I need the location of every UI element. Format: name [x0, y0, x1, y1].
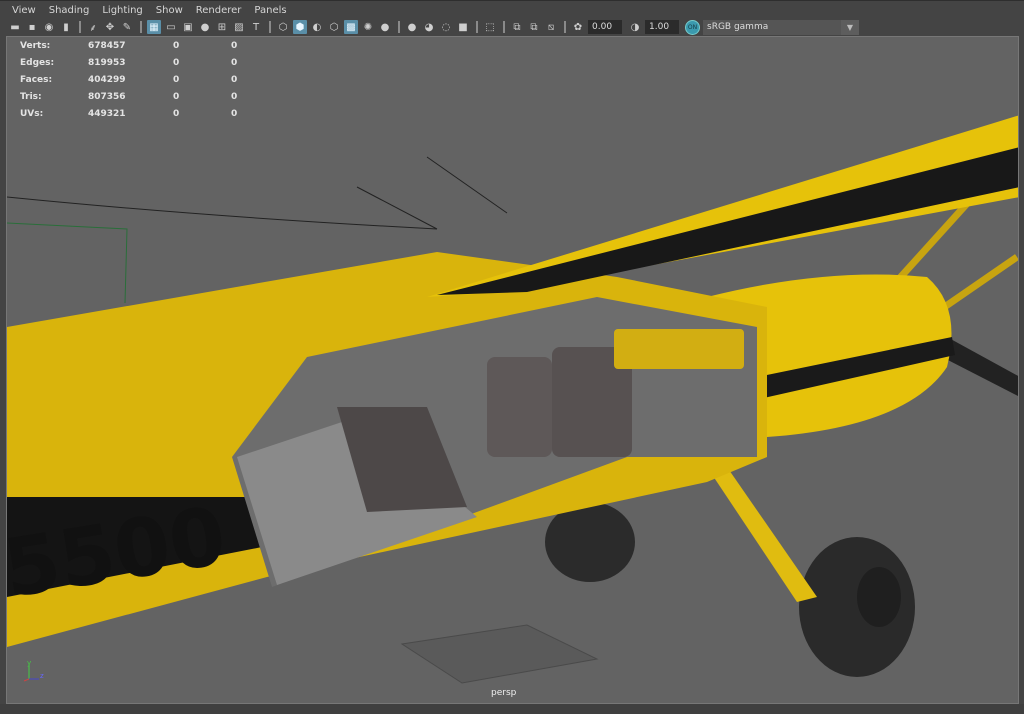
gate-mask-icon[interactable]: ●: [198, 20, 212, 34]
stat-row: UVs: 449321 0 0: [20, 105, 289, 122]
camera-attributes-icon[interactable]: ◉: [42, 20, 56, 34]
svg-text:z: z: [40, 672, 44, 680]
airplane-model[interactable]: 5500: [7, 37, 1019, 704]
heads-up-poly-count: Verts: 678457 0 0 Edges: 819953 0 0 Faces: 404299…: [20, 37, 289, 122]
chevron-down-icon[interactable]: ▼: [841, 19, 859, 35]
toolbar-separator: [476, 21, 478, 33]
stat-selected: 0: [173, 40, 180, 51]
toolbar-separator: [398, 21, 400, 33]
motion-blur-icon[interactable]: ◕: [422, 20, 436, 34]
bottom-bar: [0, 704, 1024, 714]
image-plane-icon[interactable]: ⸙: [86, 20, 100, 34]
field-chart-icon[interactable]: ⊞: [215, 20, 229, 34]
grid-icon[interactable]: ▦: [147, 20, 161, 34]
stat-selected-extra: 0: [231, 108, 238, 119]
gamma-field[interactable]: 1.00: [645, 20, 679, 34]
film-gate-icon[interactable]: ▭: [164, 20, 178, 34]
select-camera-icon[interactable]: ▬: [8, 20, 22, 34]
ground-grid: [400, 624, 599, 684]
stat-selected: 0: [173, 74, 180, 85]
lock-camera-icon[interactable]: ▪: [25, 20, 39, 34]
stat-row: Verts: 678457 0 0: [20, 37, 289, 54]
wireframe-icon[interactable]: ⬡: [276, 20, 290, 34]
resolution-gate-icon[interactable]: ▣: [181, 20, 195, 34]
viewport-menu-bar: View Shading Lighting Show Renderer Panels: [0, 0, 1024, 19]
stat-value: 678457: [88, 40, 126, 51]
stat-row: Tris: 807356 0 0: [20, 88, 289, 105]
menu-show[interactable]: Show: [156, 5, 183, 16]
viewport-toolbar: ▬ ▪ ◉ ▮ ⸙ ✥ ✎ ▦ ▭ ▣ ● ⊞ ▨ T ⬡ ⬢ ◐ ⬡ ▩ ✺ ● ● ◕ ◌ ■ ⬚ ⧉ ⧉ ⧅ ✿ 0.00 ◑ 1.00 O…: [0, 18, 1024, 36]
isolate-select-icon[interactable]: ⬚: [483, 20, 497, 34]
exposure-icon[interactable]: ✿: [571, 20, 585, 34]
safe-action-icon[interactable]: ▨: [232, 20, 246, 34]
stat-label: Edges:: [20, 57, 55, 68]
menu-panels[interactable]: Panels: [254, 5, 286, 16]
stat-label: Tris:: [20, 91, 42, 102]
use-all-lights-icon[interactable]: ✺: [361, 20, 375, 34]
gamma-icon[interactable]: ◑: [628, 20, 642, 34]
stat-row: Faces: 404299 0 0: [20, 71, 289, 88]
stat-selected: 0: [173, 57, 180, 68]
stat-selected-extra: 0: [231, 74, 238, 85]
safe-title-icon[interactable]: T: [249, 20, 263, 34]
shadows-icon[interactable]: ●: [378, 20, 392, 34]
svg-text:y: y: [27, 659, 31, 667]
toolbar-separator: [140, 21, 142, 33]
xray-components-icon[interactable]: ⧅: [544, 20, 558, 34]
xray-icon[interactable]: ⧉: [510, 20, 524, 34]
toolbar-separator: [564, 21, 566, 33]
exposure-field[interactable]: 0.00: [588, 20, 622, 34]
stat-label: Verts:: [20, 40, 51, 51]
toolbar-separator: [79, 21, 81, 33]
stat-value: 819953: [88, 57, 126, 68]
stat-selected: 0: [173, 108, 180, 119]
viewport-panel[interactable]: Verts: 678457 0 0 Edges: 819953 0 0 Faces: 404299…: [6, 36, 1019, 704]
xray-joints-icon[interactable]: ⧉: [527, 20, 541, 34]
stat-row: Edges: 819953 0 0: [20, 54, 289, 71]
color-management-toggle[interactable]: ON: [685, 19, 700, 35]
stat-label: Faces:: [20, 74, 53, 85]
menu-shading[interactable]: Shading: [49, 5, 90, 16]
menu-renderer[interactable]: Renderer: [196, 5, 242, 16]
stat-selected: 0: [173, 91, 180, 102]
textured-icon[interactable]: ▩: [344, 20, 358, 34]
anti-aliasing-icon[interactable]: ◌: [439, 20, 453, 34]
grease-pencil-icon[interactable]: ✎: [120, 20, 134, 34]
stat-selected-extra: 0: [231, 91, 238, 102]
bookmark-icon[interactable]: ▮: [59, 20, 73, 34]
color-space-value: sRGB gamma: [707, 21, 769, 32]
camera-name-label: persp: [491, 688, 517, 698]
stat-value: 807356: [88, 91, 126, 102]
view-axis-indicator: y z: [21, 659, 51, 689]
screen-space-ao-icon[interactable]: ●: [405, 20, 419, 34]
toolbar-separator: [269, 21, 271, 33]
stat-value: 404299: [88, 74, 126, 85]
stat-selected-extra: 0: [231, 40, 238, 51]
smooth-shade-icon[interactable]: ⬢: [293, 20, 307, 34]
color-space-dropdown[interactable]: sRGB gamma ▼: [703, 19, 859, 35]
default-material-icon[interactable]: ◐: [310, 20, 324, 34]
menu-lighting[interactable]: Lighting: [102, 5, 142, 16]
two-d-pan-zoom-icon[interactable]: ✥: [103, 20, 117, 34]
wireframe-on-shaded-icon[interactable]: ⬡: [327, 20, 341, 34]
menu-view[interactable]: View: [12, 5, 36, 16]
stat-selected-extra: 0: [231, 57, 238, 68]
stat-value: 449321: [88, 108, 126, 119]
toolbar-separator: [503, 21, 505, 33]
stat-label: UVs:: [20, 108, 44, 119]
depth-of-field-icon[interactable]: ■: [456, 20, 470, 34]
